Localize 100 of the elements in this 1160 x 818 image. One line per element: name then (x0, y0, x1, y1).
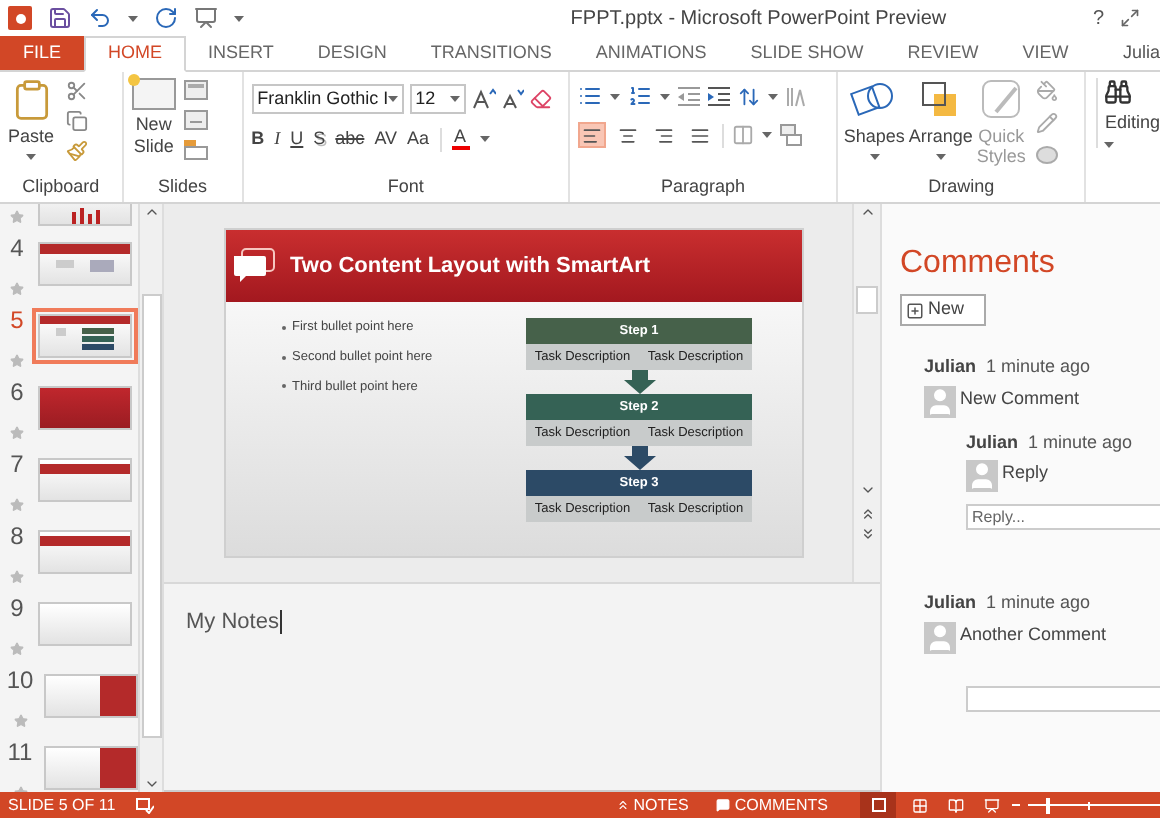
increase-indent-icon[interactable] (708, 86, 731, 106)
font-name-field[interactable]: Franklin Gothic I (251, 84, 404, 114)
speech-bubbles-icon (232, 248, 276, 284)
section-icon[interactable] (183, 140, 208, 160)
ribbon-tab[interactable]: TRANSITIONS (408, 36, 574, 70)
reset-icon[interactable] (183, 110, 208, 130)
alignment-button[interactable] (578, 122, 607, 148)
comments-button[interactable]: COMMENTS (708, 793, 836, 817)
slide-sorter-icon[interactable] (912, 797, 928, 813)
ribbon-tab[interactable]: ANIMATIONS (573, 36, 729, 70)
layout-icon[interactable] (183, 80, 208, 100)
help-button[interactable]: ? (1092, 3, 1104, 33)
scroll-down-icon[interactable] (859, 482, 875, 498)
restore-icon[interactable] (1120, 8, 1140, 28)
ribbon-tab[interactable]: REVIEW (885, 36, 1001, 70)
slide-thumbnail[interactable] (44, 674, 138, 718)
file-tab[interactable]: FILE (0, 36, 84, 70)
slide-thumbnail[interactable] (38, 530, 132, 574)
caret-icon (234, 15, 244, 21)
down-arrow-icon (623, 370, 655, 394)
new-slide-button[interactable]: New Slide (131, 78, 176, 173)
caret-icon (479, 136, 490, 143)
scroll-thumb[interactable] (856, 286, 878, 314)
format-button[interactable]: U (290, 126, 304, 153)
comment-icon (716, 798, 731, 812)
comment-time: 1 minute ago (1028, 429, 1133, 456)
reply-field[interactable] (966, 685, 1160, 711)
slide-thumbnail[interactable] (38, 386, 132, 430)
notes-icon (615, 798, 630, 812)
scroll-up-icon[interactable] (859, 204, 875, 220)
reading-view-icon[interactable] (948, 797, 964, 813)
arrange-button[interactable]: Arrange (908, 78, 973, 173)
format-button[interactable]: Aa (407, 126, 430, 153)
slide-show-icon[interactable] (984, 797, 1000, 813)
star-icon (10, 426, 24, 440)
shapes-button[interactable]: Shapes (843, 78, 905, 173)
ribbon-tab[interactable]: INSERT (186, 36, 296, 70)
copy-icon[interactable] (66, 110, 89, 132)
format-button[interactable]: abc (335, 126, 365, 153)
group-label: Slides (155, 173, 209, 199)
scroll-down-icon[interactable] (143, 776, 159, 792)
notes-button[interactable]: NOTES (607, 793, 697, 817)
slide-thumbnail[interactable] (38, 314, 132, 358)
caret-icon (1104, 141, 1115, 147)
next-slide-icon[interactable] (859, 526, 875, 542)
comments-title: Comments (900, 244, 1057, 284)
scroll-up-icon[interactable] (143, 204, 159, 220)
reply-field[interactable]: Reply... (966, 504, 1160, 530)
previous-slide-icon[interactable] (859, 506, 875, 522)
caret-icon (660, 93, 671, 99)
scrollbar[interactable] (852, 204, 880, 582)
editing-button[interactable]: Editing (1096, 78, 1160, 147)
new-comment-button[interactable]: New (900, 294, 986, 326)
caret-icon (935, 153, 946, 159)
comment-author: Julian (924, 354, 977, 380)
scroll-thumb[interactable] (141, 294, 161, 738)
spelling-icon[interactable] (135, 797, 154, 813)
ribbon-tab[interactable]: VIEW (1000, 36, 1091, 70)
slide-thumbnail[interactable] (44, 746, 138, 790)
reply-text: Reply (1002, 460, 1049, 486)
numbering-icon[interactable] (628, 84, 653, 108)
slide-thumbnail[interactable] (38, 602, 132, 646)
format-button[interactable]: AV (374, 126, 398, 153)
cut-icon[interactable] (66, 80, 89, 102)
font-size-field[interactable]: 12 (409, 84, 466, 114)
undo-icon[interactable] (88, 6, 112, 30)
normal-view-icon[interactable] (860, 792, 896, 818)
format-button[interactable]: S (313, 126, 326, 153)
decrease-indent-icon[interactable] (678, 86, 701, 106)
format-button[interactable]: B (251, 126, 265, 153)
shrink-font-icon[interactable] (501, 88, 524, 110)
save-icon[interactable] (48, 6, 72, 30)
slide-canvas[interactable] (224, 228, 804, 558)
zoom-slider[interactable] (1028, 797, 1160, 813)
zoom-slider-thumb[interactable] (1045, 797, 1050, 813)
line-spacing-icon[interactable] (738, 85, 761, 107)
paste-button[interactable]: Paste (8, 78, 55, 173)
notes-pane[interactable]: My Notes (164, 584, 880, 792)
presentation-icon[interactable] (194, 6, 218, 30)
ribbon-tab[interactable]: SLIDE SHOW (728, 36, 886, 70)
slide-thumbnail[interactable] (38, 242, 132, 286)
star-icon (13, 714, 27, 728)
ribbon-tab[interactable]: HOME (84, 36, 186, 72)
slide-thumbnail[interactable] (38, 458, 132, 502)
font-color-button[interactable]: A (451, 128, 470, 151)
grow-font-icon[interactable] (471, 88, 496, 110)
redo-icon[interactable] (154, 6, 178, 30)
scrollbar[interactable] (138, 204, 162, 792)
group-label: Drawing (926, 173, 997, 200)
format-painter-icon[interactable] (66, 140, 89, 162)
ribbon-tab[interactable]: DESIGN (295, 36, 409, 70)
star-icon (10, 498, 24, 512)
format-button[interactable]: I (274, 126, 281, 153)
slide-number: 9 (10, 596, 24, 622)
group-label: Clipboard (20, 173, 102, 200)
group-label: Font (385, 173, 426, 199)
user-name[interactable]: Julia (1122, 39, 1160, 67)
clear-formatting-icon[interactable] (529, 88, 552, 110)
smartart-icon[interactable] (780, 124, 803, 146)
slide-number: 4 (10, 236, 24, 262)
